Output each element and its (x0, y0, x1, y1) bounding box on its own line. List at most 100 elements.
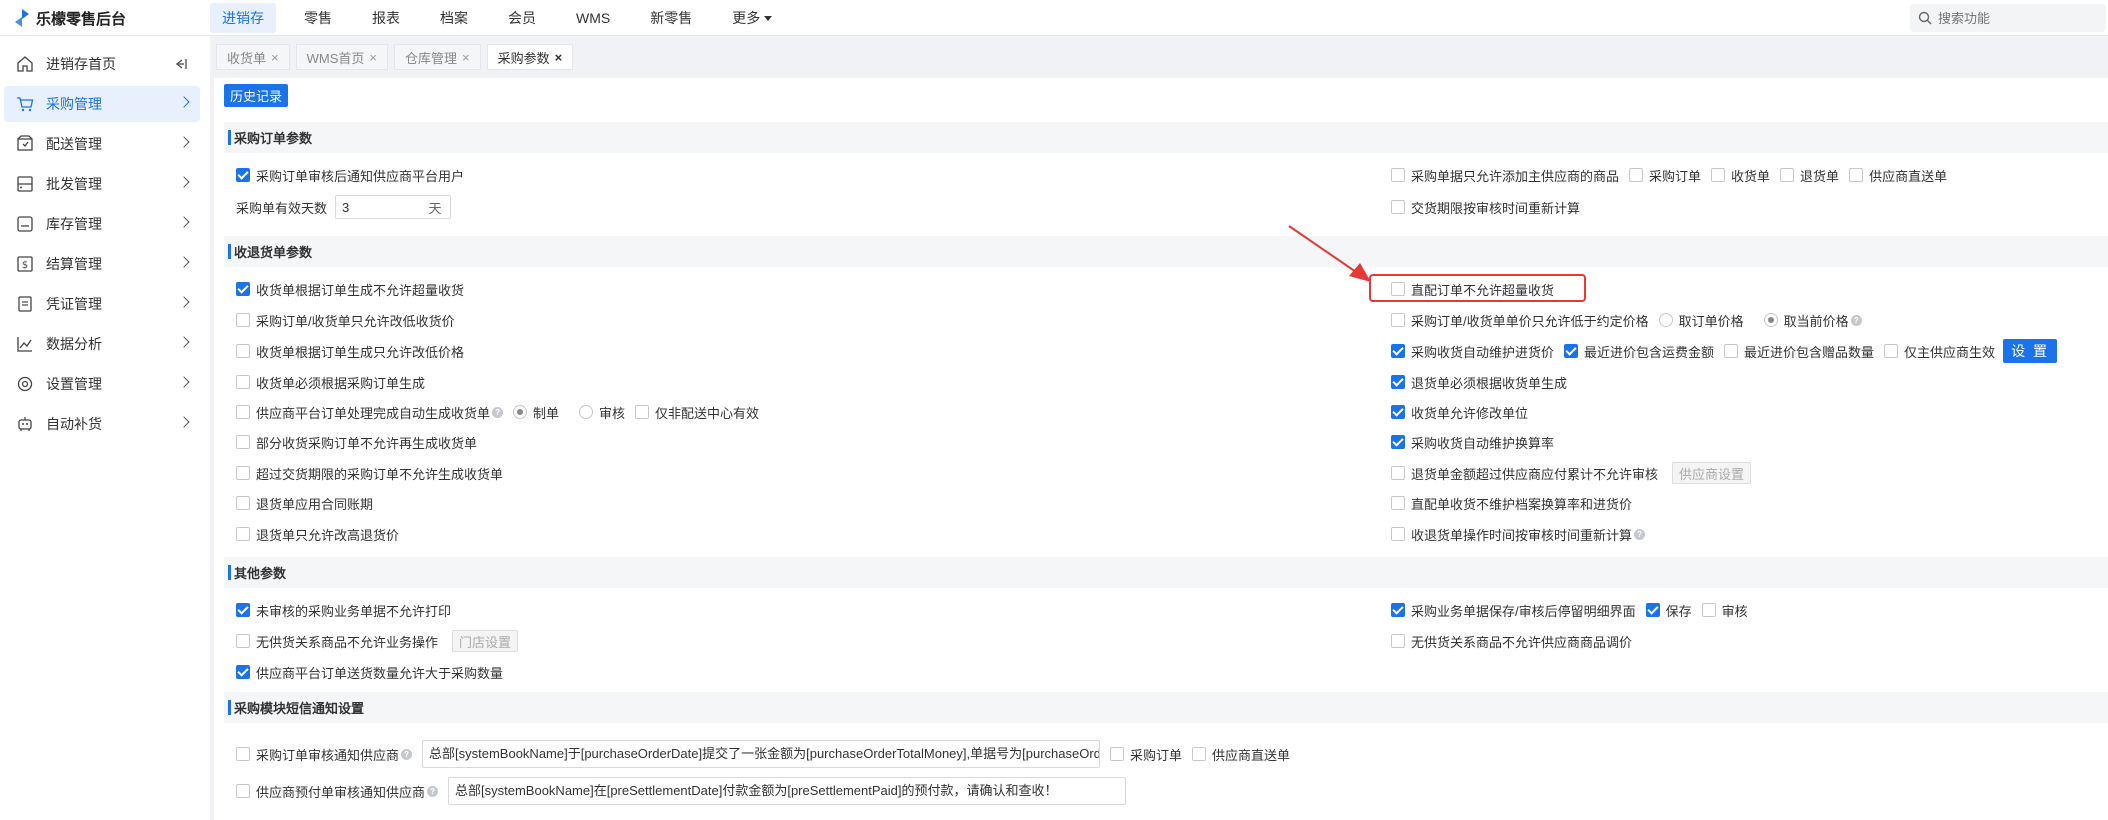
checkbox[interactable] (236, 375, 250, 389)
topnav-new-retail[interactable]: 新零售 (638, 3, 704, 33)
checkbox[interactable] (236, 784, 250, 798)
checkbox[interactable] (236, 747, 250, 761)
checkbox[interactable] (236, 405, 250, 419)
checkbox[interactable] (236, 435, 250, 449)
topnav-retail[interactable]: 零售 (292, 3, 344, 33)
history-button[interactable]: 历史记录 (224, 84, 289, 107)
radio-current-price[interactable] (1763, 313, 1778, 327)
checkbox[interactable] (1391, 634, 1405, 648)
checkbox[interactable] (236, 634, 250, 648)
radio-order-price[interactable] (1658, 313, 1673, 327)
supplier-set-button[interactable]: 供应商设置 (1672, 462, 1752, 484)
checkbox-non-dc[interactable] (635, 405, 650, 419)
checkbox-audit[interactable] (1701, 603, 1716, 617)
sms-audit-template-input[interactable]: 总部[systemBookName]于[purchaseOrderDate]提交… (422, 740, 1101, 768)
checkbox[interactable] (1391, 313, 1405, 327)
checkbox[interactable] (1391, 527, 1405, 541)
checkbox-freight[interactable] (1564, 344, 1579, 358)
option-stay-detail[interactable]: 采购业务单据保存/审核后停留明细界面 保存 审核 (1391, 599, 1748, 621)
option-no-supply-relation-op[interactable]: 无供货关系商品不允许业务操作 门店设置 (236, 630, 519, 652)
option-price-below-agreed[interactable]: 采购订单/收货单单价只允许低于约定价格 取订单价格 取当前价格 ? (1391, 309, 1862, 331)
checkbox-main-supplier[interactable] (1884, 344, 1899, 358)
checkbox[interactable] (236, 313, 250, 327)
option-main-supplier-only[interactable]: 采购单据只允许添加主供应商的商品 采购订单 收货单 退货单 供应商直送单 (1391, 164, 1947, 186)
store-set-button[interactable]: 门店设置 (452, 630, 519, 652)
tab-receipt[interactable]: 收货单 × (216, 44, 290, 70)
checkbox-doc-return[interactable] (1780, 168, 1795, 182)
search-input[interactable] (1938, 10, 2088, 26)
checkbox-save[interactable] (1645, 603, 1660, 617)
app-logo[interactable]: 乐檬零售后台 (14, 8, 126, 28)
sidebar-item-distribution[interactable]: 配送管理 (4, 126, 200, 162)
option-return-must-receipt[interactable]: 退货单必须根据收货单生成 (1391, 371, 1567, 393)
option-return-higher-price[interactable]: 退货单只允许改高退货价 (236, 523, 399, 545)
checkbox[interactable] (1391, 344, 1405, 358)
sms-prepay-template-input[interactable]: 总部[systemBookName]在[preSettlementDate]付款… (448, 777, 1127, 805)
option-direct-no-maintain[interactable]: 直配单收货不维护档案换算率和进货价 (1391, 492, 1632, 514)
checkbox[interactable] (1391, 200, 1405, 214)
option-receipt-lower-price[interactable]: 收货单根据订单生成只允许改低价格 (236, 340, 464, 362)
checkbox-gift[interactable] (1724, 344, 1739, 358)
checkbox[interactable] (236, 168, 250, 182)
checkbox-doc-supplier-direct[interactable] (1192, 747, 1207, 761)
option-overdue-no-receipt[interactable]: 超过交货期限的采购订单不允许生成收货单 (236, 462, 503, 484)
checkbox[interactable] (1391, 466, 1405, 480)
option-notify-supplier[interactable]: 采购订单审核后通知供应商平台用户 (236, 164, 464, 186)
close-icon[interactable]: × (555, 50, 563, 65)
option-platform-auto-receipt[interactable]: 供应商平台订单处理完成自动生成收货单 ? 制单 审核 仅非配送中心有效 (236, 401, 759, 423)
checkbox[interactable] (1391, 405, 1405, 419)
option-receipt-must-order[interactable]: 收货单必须根据采购订单生成 (236, 371, 425, 393)
checkbox[interactable] (236, 527, 250, 541)
option-platform-qty[interactable]: 供应商平台订单送货数量允许大于采购数量 (236, 661, 503, 683)
sidebar-item-voucher[interactable]: 凭证管理 (4, 286, 200, 322)
option-delivery-recalc[interactable]: 交货期限按审核时间重新计算 (1391, 196, 1580, 218)
radio-audit[interactable] (579, 405, 594, 419)
valid-days-input[interactable]: 3 天 (335, 195, 452, 219)
checkbox[interactable] (1391, 375, 1405, 389)
option-no-print-unaudited[interactable]: 未审核的采购业务单据不允许打印 (236, 599, 451, 621)
collapse-sidebar-icon[interactable] (172, 56, 188, 72)
set-button[interactable]: 设 置 (2003, 339, 2057, 363)
option-lower-receipt-price[interactable]: 采购订单/收货单只允许改低收货价 (236, 309, 455, 331)
close-icon[interactable]: × (271, 50, 279, 65)
checkbox[interactable] (1391, 168, 1405, 182)
topnav-wms[interactable]: WMS (564, 5, 622, 31)
option-sms-audit-notify[interactable]: 采购订单审核通知供应商 ? 总部[systemBookName]于[purcha… (236, 739, 1290, 769)
tab-purchase-params[interactable]: 采购参数 × (486, 44, 574, 70)
checkbox-doc-purchase-order[interactable] (1110, 747, 1125, 761)
option-op-time-recalc[interactable]: 收退货单操作时间按审核时间重新计算 ? (1391, 523, 1646, 545)
sidebar-item-auto-replenish[interactable]: 自动补货 (4, 406, 200, 442)
search-box[interactable] (1910, 4, 2106, 32)
sidebar-item-home[interactable]: 进销存首页 (4, 46, 200, 82)
sidebar-item-analytics[interactable]: 数据分析 (4, 326, 200, 362)
topnav-jxc[interactable]: 进销存 (210, 3, 276, 33)
option-auto-maintain-price[interactable]: 采购收货自动维护进货价 最近进价包含运费金额 最近进价包含赠品数量 仅主供应商生… (1391, 338, 2057, 364)
option-receipt-change-unit[interactable]: 收货单允许修改单位 (1391, 401, 1528, 423)
topnav-archive[interactable]: 档案 (428, 3, 480, 33)
option-no-supply-relation-price[interactable]: 无供货关系商品不允许供应商商品调价 (1391, 630, 1632, 652)
close-icon[interactable]: × (369, 50, 377, 65)
option-partial-no-receipt[interactable]: 部分收货采购订单不允许再生成收货单 (236, 431, 477, 453)
option-return-amount-limit[interactable]: 退货单金额超过供应商应付累计不允许审核 供应商设置 (1391, 462, 1752, 484)
tab-wms-home[interactable]: WMS首页 × (295, 44, 388, 70)
sidebar-item-settlement[interactable]: $ 结算管理 (4, 246, 200, 282)
topnav-more[interactable]: 更多 (720, 3, 784, 33)
checkbox[interactable] (236, 282, 250, 296)
sidebar-item-inventory[interactable]: 库存管理 (4, 206, 200, 242)
sidebar-item-settings[interactable]: 设置管理 (4, 366, 200, 402)
option-return-contract-period[interactable]: 退货单应用合同账期 (236, 492, 373, 514)
close-icon[interactable]: × (462, 50, 470, 65)
checkbox[interactable] (236, 603, 250, 617)
checkbox-doc-supplier-direct[interactable] (1849, 168, 1864, 182)
checkbox[interactable] (236, 466, 250, 480)
radio-make[interactable] (513, 405, 528, 419)
checkbox[interactable] (236, 496, 250, 510)
checkbox[interactable] (236, 665, 250, 679)
topnav-member[interactable]: 会员 (496, 3, 548, 33)
tab-warehouse[interactable]: 仓库管理 × (393, 44, 481, 70)
topnav-report[interactable]: 报表 (360, 3, 412, 33)
checkbox-doc-purchase-order[interactable] (1629, 168, 1644, 182)
sidebar-item-purchase[interactable]: 采购管理 (4, 86, 200, 122)
option-auto-maintain-rate[interactable]: 采购收货自动维护换算率 (1391, 431, 1554, 453)
sidebar-item-wholesale[interactable]: 批发管理 (4, 166, 200, 202)
